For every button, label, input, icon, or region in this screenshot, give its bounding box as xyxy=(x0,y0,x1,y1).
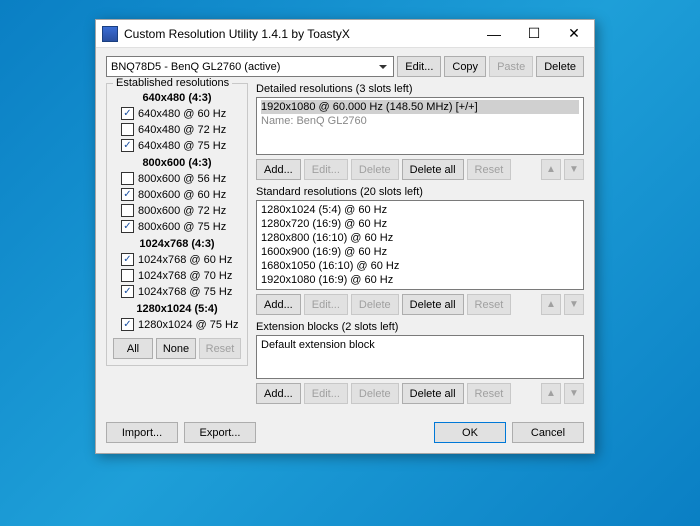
checkbox-icon[interactable] xyxy=(121,285,134,298)
monitor-select-value: BNQ78D5 - BenQ GL2760 (active) xyxy=(111,61,280,73)
est-resolution-label: 800x600 @ 72 Hz xyxy=(138,205,226,217)
detailed-edit-button[interactable]: Edit... xyxy=(304,159,348,180)
window-title: Custom Resolution Utility 1.4.1 by Toast… xyxy=(124,27,474,41)
est-resolution-row[interactable]: 800x600 @ 60 Hz xyxy=(121,187,241,202)
standard-entry[interactable]: 1680x1050 (16:10) @ 60 Hz xyxy=(261,259,579,273)
est-group-header: 640x480 (4:3) xyxy=(113,92,241,104)
est-resolution-row[interactable]: 640x480 @ 60 Hz xyxy=(121,106,241,121)
est-resolution-label: 800x600 @ 56 Hz xyxy=(138,173,226,185)
extension-delete-button[interactable]: Delete xyxy=(351,383,399,404)
est-resolution-label: 640x480 @ 60 Hz xyxy=(138,108,226,120)
monitor-paste-button[interactable]: Paste xyxy=(489,56,533,77)
detailed-reset-button[interactable]: Reset xyxy=(467,159,512,180)
detailed-add-button[interactable]: Add... xyxy=(256,159,301,180)
cancel-button[interactable]: Cancel xyxy=(512,422,584,443)
est-resolution-label: 1024x768 @ 60 Hz xyxy=(138,254,232,266)
extension-listbox[interactable]: Default extension block xyxy=(256,335,584,379)
est-group-header: 800x600 (4:3) xyxy=(113,157,241,169)
est-resolution-label: 640x480 @ 72 Hz xyxy=(138,124,226,136)
extension-down-button[interactable]: ▼ xyxy=(564,383,584,404)
app-window: Custom Resolution Utility 1.4.1 by Toast… xyxy=(95,19,595,454)
standard-entry[interactable]: 1280x720 (16:9) @ 60 Hz xyxy=(261,217,579,231)
checkbox-icon[interactable] xyxy=(121,269,134,282)
checkbox-icon[interactable] xyxy=(121,139,134,152)
titlebar: Custom Resolution Utility 1.4.1 by Toast… xyxy=(96,20,594,48)
standard-entry[interactable]: 1600x900 (16:9) @ 60 Hz xyxy=(261,245,579,259)
monitor-select[interactable]: BNQ78D5 - BenQ GL2760 (active) xyxy=(106,56,394,77)
est-resolution-label: 1024x768 @ 70 Hz xyxy=(138,270,232,282)
est-resolution-label: 1280x1024 @ 75 Hz xyxy=(138,319,238,331)
est-group-header: 1024x768 (4:3) xyxy=(113,238,241,250)
extension-reset-button[interactable]: Reset xyxy=(467,383,512,404)
extension-label: Extension blocks (2 slots left) xyxy=(256,321,584,333)
standard-section: Standard resolutions (20 slots left) 128… xyxy=(256,186,584,315)
ok-button[interactable]: OK xyxy=(434,422,506,443)
checkbox-icon[interactable] xyxy=(121,107,134,120)
standard-label: Standard resolutions (20 slots left) xyxy=(256,186,584,198)
est-resolution-row[interactable]: 640x480 @ 72 Hz xyxy=(121,122,241,137)
standard-add-button[interactable]: Add... xyxy=(256,294,301,315)
checkbox-icon[interactable] xyxy=(121,318,134,331)
checkbox-icon[interactable] xyxy=(121,172,134,185)
close-button[interactable]: ✕ xyxy=(554,20,594,48)
detailed-entry[interactable]: 1920x1080 @ 60.000 Hz (148.50 MHz) [+/+] xyxy=(261,100,579,114)
established-group: Established resolutions 640x480 (4:3)640… xyxy=(106,83,248,366)
monitor-edit-button[interactable]: Edit... xyxy=(397,56,441,77)
extension-deleteall-button[interactable]: Delete all xyxy=(402,383,464,404)
checkbox-icon[interactable] xyxy=(121,204,134,217)
est-resolution-label: 640x480 @ 75 Hz xyxy=(138,140,226,152)
est-resolution-row[interactable]: 800x600 @ 72 Hz xyxy=(121,203,241,218)
est-resolution-row[interactable]: 1024x768 @ 70 Hz xyxy=(121,268,241,283)
est-resolution-row[interactable]: 1280x1024 @ 75 Hz xyxy=(121,317,241,332)
est-resolution-row[interactable]: 1024x768 @ 75 Hz xyxy=(121,284,241,299)
import-button[interactable]: Import... xyxy=(106,422,178,443)
est-resolution-label: 1024x768 @ 75 Hz xyxy=(138,286,232,298)
est-resolution-label: 800x600 @ 60 Hz xyxy=(138,189,226,201)
minimize-button[interactable]: — xyxy=(474,20,514,48)
extension-entry[interactable]: Default extension block xyxy=(261,338,579,352)
extension-section: Extension blocks (2 slots left) Default … xyxy=(256,321,584,404)
checkbox-icon[interactable] xyxy=(121,220,134,233)
footer: Import... Export... OK Cancel xyxy=(96,414,594,453)
standard-entry[interactable]: 1280x800 (16:10) @ 60 Hz xyxy=(261,231,579,245)
detailed-label: Detailed resolutions (3 slots left) xyxy=(256,83,584,95)
detailed-up-button[interactable]: ▲ xyxy=(541,159,561,180)
est-reset-button[interactable]: Reset xyxy=(199,338,241,359)
checkbox-icon[interactable] xyxy=(121,253,134,266)
est-group-header: 1280x1024 (5:4) xyxy=(113,303,241,315)
established-label: Established resolutions xyxy=(113,77,232,89)
app-icon xyxy=(102,26,118,42)
standard-deleteall-button[interactable]: Delete all xyxy=(402,294,464,315)
detailed-listbox[interactable]: 1920x1080 @ 60.000 Hz (148.50 MHz) [+/+]… xyxy=(256,97,584,155)
standard-listbox[interactable]: 1280x1024 (5:4) @ 60 Hz1280x720 (16:9) @… xyxy=(256,200,584,290)
est-resolution-row[interactable]: 800x600 @ 56 Hz xyxy=(121,171,241,186)
detailed-down-button[interactable]: ▼ xyxy=(564,159,584,180)
standard-entry[interactable]: 1280x1024 (5:4) @ 60 Hz xyxy=(261,203,579,217)
detailed-section: Detailed resolutions (3 slots left) 1920… xyxy=(256,83,584,180)
export-button[interactable]: Export... xyxy=(184,422,256,443)
extension-add-button[interactable]: Add... xyxy=(256,383,301,404)
extension-up-button[interactable]: ▲ xyxy=(541,383,561,404)
checkbox-icon[interactable] xyxy=(121,123,134,136)
est-resolution-row[interactable]: 800x600 @ 75 Hz xyxy=(121,219,241,234)
detailed-deleteall-button[interactable]: Delete all xyxy=(402,159,464,180)
detailed-delete-button[interactable]: Delete xyxy=(351,159,399,180)
est-resolution-row[interactable]: 1024x768 @ 60 Hz xyxy=(121,252,241,267)
monitor-copy-button[interactable]: Copy xyxy=(444,56,486,77)
standard-down-button[interactable]: ▼ xyxy=(564,294,584,315)
standard-reset-button[interactable]: Reset xyxy=(467,294,512,315)
est-all-button[interactable]: All xyxy=(113,338,153,359)
standard-entry[interactable]: 1920x1080 (16:9) @ 60 Hz xyxy=(261,273,579,287)
maximize-button[interactable]: ☐ xyxy=(514,20,554,48)
est-none-button[interactable]: None xyxy=(156,338,196,359)
standard-up-button[interactable]: ▲ xyxy=(541,294,561,315)
extension-edit-button[interactable]: Edit... xyxy=(304,383,348,404)
est-resolution-label: 800x600 @ 75 Hz xyxy=(138,221,226,233)
detailed-name: Name: BenQ GL2760 xyxy=(261,114,579,128)
monitor-delete-button[interactable]: Delete xyxy=(536,56,584,77)
est-resolution-row[interactable]: 640x480 @ 75 Hz xyxy=(121,138,241,153)
checkbox-icon[interactable] xyxy=(121,188,134,201)
standard-delete-button[interactable]: Delete xyxy=(351,294,399,315)
standard-edit-button[interactable]: Edit... xyxy=(304,294,348,315)
